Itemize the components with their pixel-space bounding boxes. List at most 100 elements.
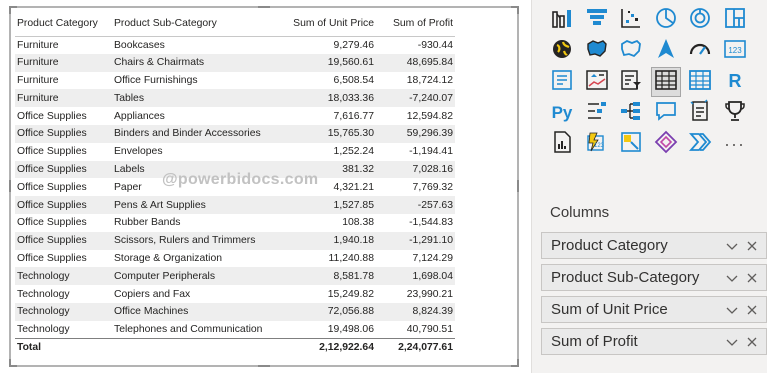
cell-product-category: Office Supplies [15,231,112,250]
table-row: Furniture Bookcases 9,279.46 -930.44 [15,36,455,54]
field-well-item[interactable]: Sum of Unit Price [541,296,767,323]
cell-profit: -257.63 [376,196,455,214]
field-well-item[interactable]: Product Category [541,232,767,259]
cell-product-category: Office Supplies [17,110,87,122]
smart-narrative-visual-button[interactable] [686,99,714,127]
resize-handle-tr-v[interactable] [517,6,519,14]
chevron-visual-visual-button[interactable] [686,130,714,158]
chevron-down-icon[interactable] [722,236,742,256]
cell-product-sub-category: Computer Peripherals [112,267,280,286]
resize-handle-bl-v[interactable] [9,359,11,367]
qa-visual-button[interactable] [652,99,680,127]
filled-map-visual-button[interactable] [583,37,611,65]
card-visual-button[interactable]: 123 [721,37,749,65]
diamond-icon [654,130,678,159]
power-apps-visual-button[interactable]: 123 [583,130,611,158]
cell-unit-price: 8,581.78 [280,267,376,286]
cell-product-sub-category: Rubber Bands [114,217,181,229]
cell-unit-price: 108.38 [342,217,374,229]
cell-product-sub-category: Office Furnishings [114,74,198,86]
key-influencers-visual-button[interactable] [583,99,611,127]
cell-unit-price: 18,033.36 [280,89,376,108]
table-row: Furniture Tables 18,033.36 -7,240.07 [15,89,455,108]
goals-visual-button[interactable] [721,99,749,127]
matrix-visual-button[interactable] [686,68,714,96]
treemap-visual-button[interactable] [721,6,749,34]
close-icon[interactable] [742,268,762,288]
chevron-down-icon[interactable] [722,300,742,320]
diamond-visual-button[interactable] [652,130,680,158]
table-row: Office Supplies Storage & Organization 11,… [15,250,455,268]
slicer-visual-button[interactable] [617,68,645,96]
funnel-icon [585,6,609,35]
multi-row-card-visual-button[interactable] [548,68,576,96]
cell-product-category: Office Supplies [15,196,112,214]
map-visual-button[interactable] [548,37,576,65]
resize-handle-tl-v[interactable] [9,6,11,14]
cell-product-category: Furniture [17,39,59,51]
cell-profit: 12,594.82 [406,110,453,122]
python-visual-visual-button[interactable]: Py [548,99,576,127]
cell-product-category: Office Supplies [17,217,87,229]
azure-map-visual-button[interactable] [652,37,680,65]
slicer-icon [619,68,643,97]
svg-text:123: 123 [728,46,742,55]
r-visual-visual-button[interactable]: R [721,68,749,96]
cell-unit-price: 1,252.24 [333,146,374,158]
cell-profit: -930.44 [417,39,453,51]
field-well-item[interactable]: Product Sub-Category [541,264,767,291]
chevron-down-icon[interactable] [722,268,742,288]
table-row: Office Supplies Rubber Bands 108.38 -1,544.… [15,214,455,232]
cell-product-sub-category: Office Machines [112,302,280,321]
pie-chart-icon [654,6,678,35]
table-visual[interactable]: Product Category Product Sub-Category Su… [9,6,519,367]
cell-product-sub-category: Binders and Binder Accessories [112,124,280,143]
cell-unit-price: 19,498.06 [327,323,374,335]
cell-profit: 59,296.39 [376,124,455,143]
cell-product-category: Office Supplies [15,160,112,179]
resize-handle-br-v[interactable] [517,359,519,367]
goals-icon [723,99,747,128]
close-icon[interactable] [742,300,762,320]
field-well-item[interactable]: Sum of Profit [541,328,767,355]
close-icon[interactable] [742,332,762,352]
ribbon-chart-visual-button[interactable] [548,6,576,34]
table-row: Furniture Chairs & Chairmats 19,560.61 48,6… [15,53,455,72]
cell-product-sub-category: Envelopes [114,146,163,158]
resize-handle-right[interactable] [517,180,519,192]
header-product-category[interactable]: Product Category [15,12,112,37]
decomposition-tree-icon [619,99,643,128]
gauge-visual-button[interactable] [686,37,714,65]
cell-profit: -1,194.41 [409,146,453,158]
resize-handle-bottom[interactable] [258,365,270,367]
kpi-visual-button[interactable] [583,68,611,96]
cell-product-category: Office Supplies [15,124,112,143]
shape-map-visual-button[interactable] [617,37,645,65]
decomposition-tree-visual-button[interactable] [617,99,645,127]
funnel-visual-button[interactable] [583,6,611,34]
table-row: Office Supplies Binders and Binder Access… [15,124,455,143]
cell-product-category: Technology [17,323,70,335]
header-product-sub-category[interactable]: Product Sub-Category [112,12,280,37]
cell-product-category: Technology [15,302,112,321]
cell-product-category: Office Supplies [17,181,87,193]
power-automate-visual-button[interactable] [617,130,645,158]
donut-chart-visual-button[interactable] [686,6,714,34]
cell-profit: -7,240.07 [376,89,455,108]
more-visual-button[interactable]: ··· [721,130,749,158]
close-icon[interactable] [742,236,762,256]
table-visual-button[interactable] [650,67,681,97]
treemap-icon [723,6,747,35]
table-row: Office Supplies Appliances 7,616.77 12,594.… [15,107,455,125]
table-icon [654,68,678,97]
header-sum-of-unit-price[interactable]: Sum of Unit Price [280,12,376,37]
resize-handle-left[interactable] [9,180,11,192]
scatter-chart-visual-button[interactable] [617,6,645,34]
pie-chart-visual-button[interactable] [652,6,680,34]
chevron-down-icon[interactable] [722,332,742,352]
resize-handle-top[interactable] [258,6,270,8]
cell-product-sub-category: Scissors, Rulers and Trimmers [112,231,280,250]
header-sum-of-profit[interactable]: Sum of Profit [376,12,455,37]
cell-profit: 23,990.21 [406,288,453,300]
paginated-report-visual-button[interactable] [548,130,576,158]
